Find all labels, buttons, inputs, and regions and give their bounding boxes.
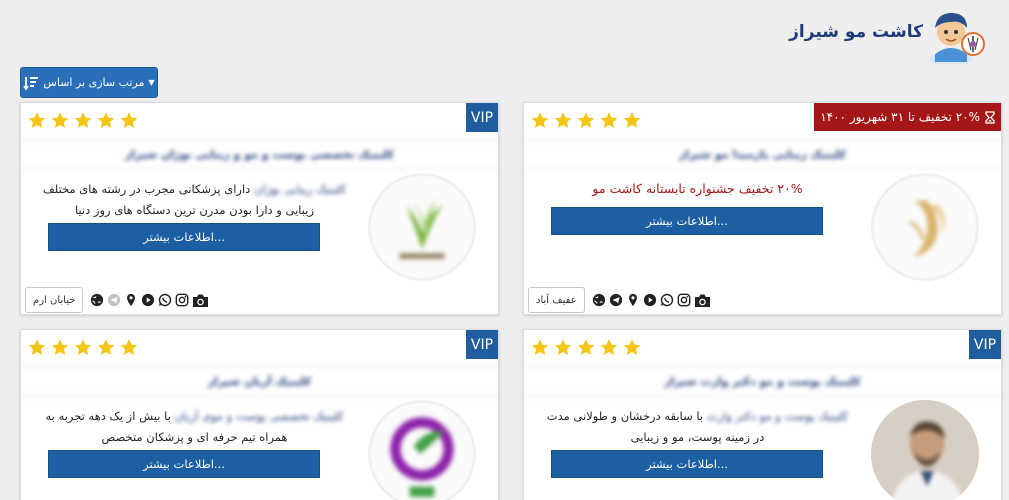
more-info-button[interactable]: اطلاعات بیشتر... <box>48 223 320 251</box>
star-icon <box>74 112 92 128</box>
rating-stars <box>530 111 642 130</box>
star-icon <box>28 112 46 128</box>
clinic-logo[interactable] <box>368 173 476 281</box>
sort-label: مرتب سازی بر اساس <box>43 76 145 89</box>
location-icon[interactable] <box>124 293 138 307</box>
globe-icon[interactable] <box>90 293 104 307</box>
star-icon <box>97 112 115 128</box>
clinic-card: VIP کلینیک تخصصی پوست و مو و زیبایی بوژا… <box>20 102 499 315</box>
clinic-card: VIP کلینیک پوست و مو دکتر وارث شیراز کلی… <box>523 329 1002 500</box>
description-clinic-name: کلینیک پوست و مو دکتر وارث <box>706 409 849 423</box>
play-icon[interactable] <box>141 293 155 307</box>
camera-icon[interactable] <box>192 293 209 307</box>
telegram-icon[interactable] <box>107 293 121 307</box>
star-icon <box>120 339 138 355</box>
more-info-button[interactable]: اطلاعات بیشتر... <box>551 450 823 478</box>
clinic-title[interactable]: کلینیک پوست و مو دکتر وارث شیراز <box>524 366 1001 396</box>
description-clinic-name: کلینیک تخصصی پوست و موی آریان <box>174 409 344 423</box>
clinic-description: کلینیک زیبایی بوژان دارای پزشکانی مجرب د… <box>37 179 352 221</box>
sort-icon <box>23 76 39 91</box>
whatsapp-icon[interactable] <box>660 293 674 307</box>
clinic-card: VIP کلینیک آریان شیراز کلینیک تخصصی پوست… <box>20 329 499 500</box>
clinic-description: کلینیک تخصصی پوست و موی آریان با بیش از … <box>37 406 352 448</box>
description-clinic-name: کلینیک زیبایی بوژان <box>253 182 347 196</box>
instagram-icon[interactable] <box>677 293 691 307</box>
star-icon <box>74 339 92 355</box>
star-icon <box>577 112 595 128</box>
contact-icons-row: عفیف آباد <box>528 287 711 313</box>
clinic-description: کلینیک پوست و مو دکتر وارث با سابقه درخش… <box>540 406 855 448</box>
star-icon <box>554 339 572 355</box>
vip-badge: VIP <box>969 330 1001 359</box>
star-icon <box>531 112 549 128</box>
star-icon <box>554 112 572 128</box>
doctor-photo[interactable] <box>871 400 979 500</box>
telegram-icon[interactable] <box>609 293 623 307</box>
camera-icon[interactable] <box>694 293 711 307</box>
clinic-title[interactable]: کلینیک زیبایی پارمیدا مو شیراز <box>524 139 1001 169</box>
star-icon <box>600 112 618 128</box>
star-icon <box>623 112 641 128</box>
star-icon <box>97 339 115 355</box>
whatsapp-icon[interactable] <box>158 293 172 307</box>
instagram-icon[interactable] <box>175 293 189 307</box>
vip-badge: VIP <box>466 103 498 132</box>
more-info-button[interactable]: اطلاعات بیشتر... <box>48 450 320 478</box>
star-icon <box>577 339 595 355</box>
more-info-button[interactable]: اطلاعات بیشتر... <box>551 207 823 235</box>
star-icon <box>531 339 549 355</box>
area-button[interactable]: عفیف آباد <box>528 287 585 313</box>
mascot-logo-icon[interactable] <box>921 4 987 65</box>
discount-text: ۲۰% تخفیف تا ۳۱ شهریور ۱۴۰۰ <box>820 110 980 124</box>
star-icon <box>51 339 69 355</box>
discount-badge: ۲۰% تخفیف تا ۳۱ شهریور ۱۴۰۰ <box>814 103 1001 131</box>
hourglass-icon <box>985 110 995 124</box>
clinic-title[interactable]: کلینیک تخصصی پوست و مو و زیبایی بوژان شی… <box>21 139 498 169</box>
globe-icon[interactable] <box>592 293 606 307</box>
star-icon <box>28 339 46 355</box>
rating-stars <box>530 338 642 357</box>
location-icon[interactable] <box>626 293 640 307</box>
site-title[interactable]: کاشت مو شیراز <box>789 22 923 42</box>
rating-stars <box>27 338 139 357</box>
contact-icons-row: خیابان ارم <box>25 287 209 313</box>
rating-stars <box>27 111 139 130</box>
promo-text: ۲۰% تخفیف جشنواره تابستانه کاشت مو <box>592 181 803 196</box>
area-button[interactable]: خیابان ارم <box>25 287 84 313</box>
star-icon <box>120 112 138 128</box>
star-icon <box>51 112 69 128</box>
clinic-title[interactable]: کلینیک آریان شیراز <box>21 366 498 396</box>
play-icon[interactable] <box>643 293 657 307</box>
star-icon <box>623 339 641 355</box>
star-icon <box>600 339 618 355</box>
clinic-logo[interactable] <box>871 173 979 281</box>
header: کاشت مو شیراز <box>0 0 1009 66</box>
clinic-logo[interactable] <box>368 400 476 500</box>
sort-button[interactable]: ▼ مرتب سازی بر اساس <box>20 67 158 98</box>
vip-badge: VIP <box>466 330 498 359</box>
caret-down-icon: ▼ <box>148 78 155 87</box>
clinic-card: ۲۰% تخفیف تا ۳۱ شهریور ۱۴۰۰ کلینیک زیبای… <box>523 102 1002 315</box>
